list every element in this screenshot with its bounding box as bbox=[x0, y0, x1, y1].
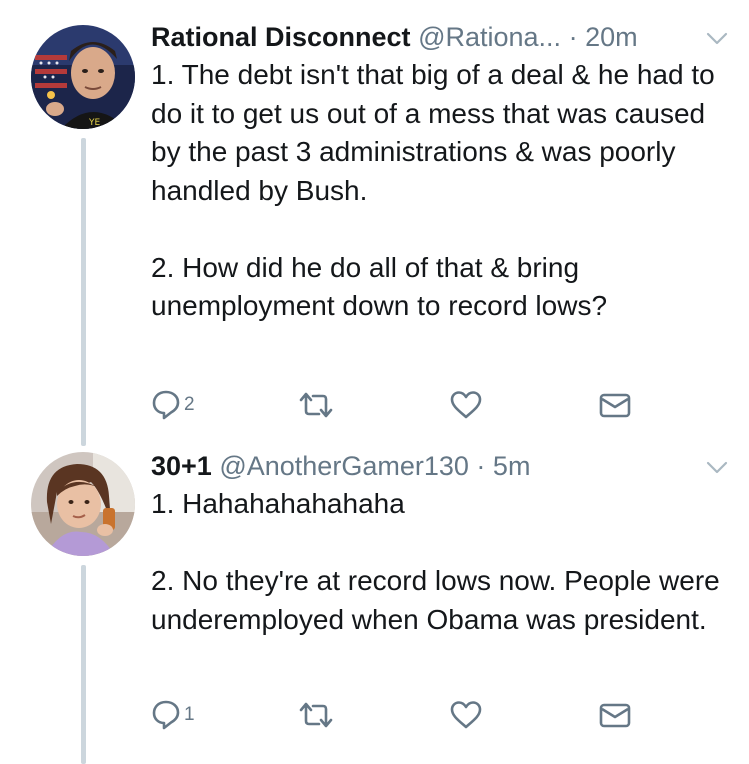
direct-message-button[interactable] bbox=[598, 699, 632, 731]
chevron-down-icon[interactable] bbox=[705, 457, 729, 477]
like-icon bbox=[450, 701, 482, 729]
reply-icon bbox=[152, 700, 180, 730]
retweet-button[interactable] bbox=[298, 389, 334, 421]
tweet-1-actions: 2 bbox=[151, 389, 631, 425]
tweet-2-header: 30+1 @AnotherGamer130 · 5m bbox=[151, 449, 729, 483]
reply-button[interactable]: 1 bbox=[151, 699, 195, 731]
like-icon bbox=[450, 391, 482, 419]
avatar-rational-disconnect[interactable]: YE bbox=[31, 25, 135, 129]
tweet-text: 1. The debt isn't that big of a deal & h… bbox=[151, 59, 715, 321]
timestamp[interactable]: 5m bbox=[493, 451, 531, 481]
retweet-icon bbox=[299, 702, 333, 728]
separator-dot: · bbox=[568, 22, 578, 52]
svg-text:YE: YE bbox=[88, 118, 100, 128]
direct-message-icon bbox=[599, 703, 631, 728]
tweet-text: 1. Hahahahahahaha 2. No they're at recor… bbox=[151, 488, 720, 635]
tweet-1[interactable]: YE Rational Disconnect @Rationa... · 20m… bbox=[0, 0, 749, 450]
user-handle[interactable]: @Rationa... bbox=[418, 22, 561, 52]
avatar-30-plus-1[interactable] bbox=[31, 452, 135, 556]
reply-count: 1 bbox=[184, 704, 195, 725]
like-button[interactable] bbox=[449, 699, 483, 731]
tweet-2-actions: 1 bbox=[151, 699, 631, 735]
direct-message-button[interactable] bbox=[598, 389, 632, 421]
like-button[interactable] bbox=[449, 389, 483, 421]
display-name[interactable]: 30+1 bbox=[151, 451, 212, 481]
reply-count: 2 bbox=[184, 394, 195, 415]
display-name[interactable]: Rational Disconnect bbox=[151, 22, 411, 52]
tweet-2[interactable]: 30+1 @AnotherGamer130 · 5m 1. Hahahahaha… bbox=[0, 450, 749, 764]
separator-dot: · bbox=[476, 451, 486, 481]
user-handle[interactable]: @AnotherGamer130 bbox=[219, 451, 469, 481]
tweet-1-content: Rational Disconnect @Rationa... · 20m 1.… bbox=[151, 20, 729, 326]
chevron-down-icon[interactable] bbox=[705, 28, 729, 48]
tweet-2-content: 30+1 @AnotherGamer130 · 5m 1. Hahahahaha… bbox=[151, 449, 729, 639]
retweet-icon bbox=[299, 392, 333, 418]
reply-icon bbox=[152, 390, 180, 420]
retweet-button[interactable] bbox=[298, 699, 334, 731]
reply-button[interactable]: 2 bbox=[151, 389, 195, 421]
timestamp[interactable]: 20m bbox=[585, 22, 638, 52]
tweet-1-header: Rational Disconnect @Rationa... · 20m bbox=[151, 20, 729, 54]
direct-message-icon bbox=[599, 393, 631, 418]
